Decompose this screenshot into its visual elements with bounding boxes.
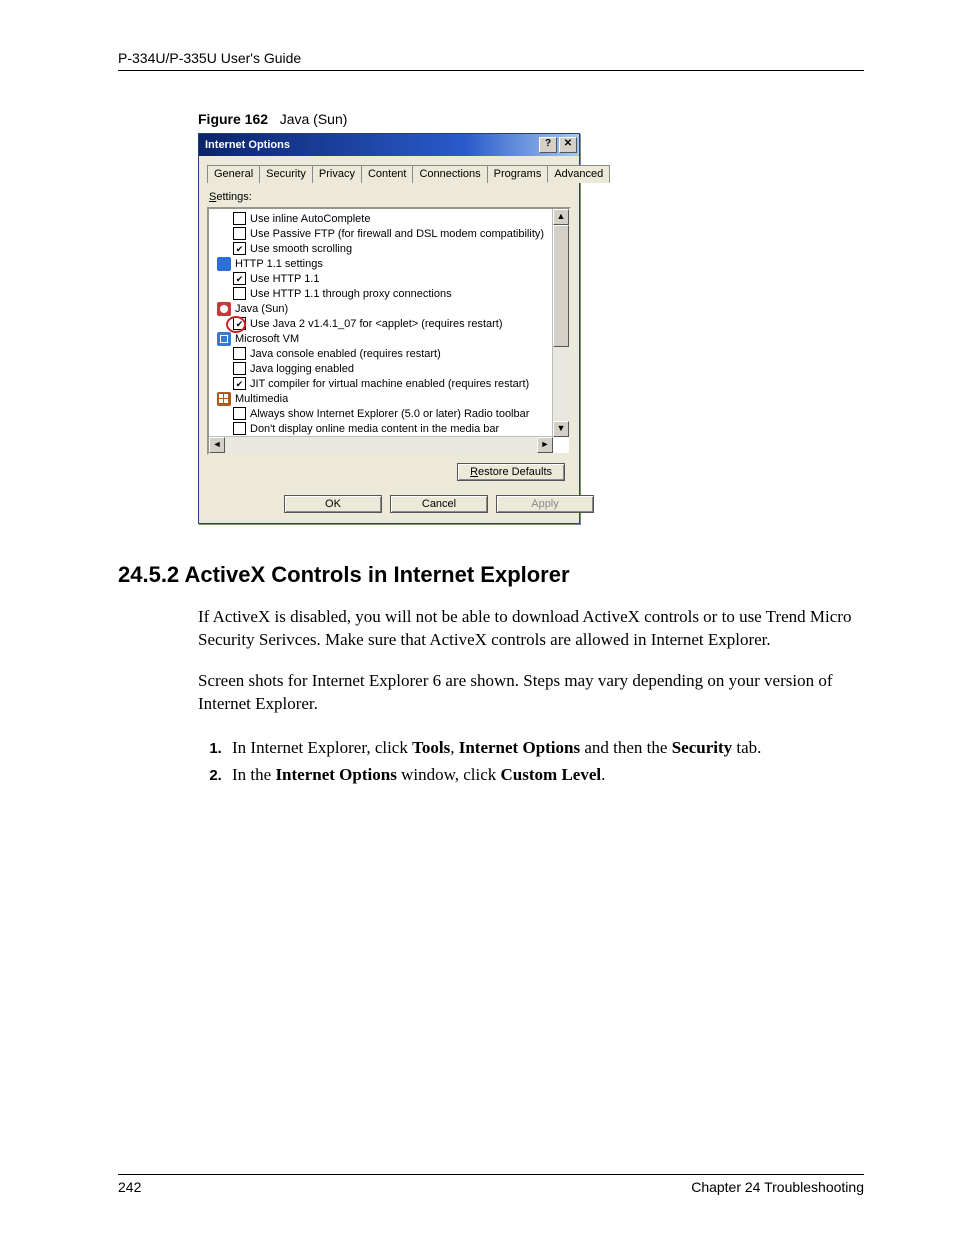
tree-checkbox-item[interactable]: Java console enabled (requires restart) <box>211 346 551 361</box>
figure-title: Java (Sun) <box>280 111 348 127</box>
page-footer: 242 Chapter 24 Troubleshooting <box>118 1174 864 1195</box>
tree-item-label: Java (Sun) <box>235 303 288 315</box>
checkbox-icon[interactable] <box>233 407 246 420</box>
tree-item-label: HTTP 1.1 settings <box>235 258 323 270</box>
ok-button[interactable]: OK <box>284 495 382 513</box>
tree-checkbox-item[interactable]: Use Java 2 v1.4.1_07 for <applet> (requi… <box>211 316 551 331</box>
tab-content[interactable]: Content <box>361 165 414 183</box>
checkbox-icon[interactable] <box>233 347 246 360</box>
checkbox-icon[interactable] <box>233 287 246 300</box>
step-2: In the Internet Options window, click Cu… <box>226 761 864 788</box>
java-icon <box>217 302 231 316</box>
tree-checkbox-item[interactable]: Use smooth scrolling <box>211 241 551 256</box>
tree-checkbox-item[interactable]: Use Passive FTP (for firewall and DSL mo… <box>211 226 551 241</box>
tree-checkbox-item[interactable]: JIT compiler for virtual machine enabled… <box>211 376 551 391</box>
figure-caption: Figure 162 Java (Sun) <box>198 111 864 127</box>
scroll-down-icon[interactable]: ▼ <box>553 421 569 437</box>
tree-item-label: Java logging enabled <box>250 363 354 375</box>
checkbox-icon[interactable] <box>233 227 246 240</box>
tree-item-label: Use smooth scrolling <box>250 243 352 255</box>
tree-category: Java (Sun) <box>211 301 551 316</box>
settings-label: SSettings:ettings: <box>209 191 571 203</box>
paragraph-2: Screen shots for Internet Explorer 6 are… <box>198 670 864 716</box>
tab-connections[interactable]: Connections <box>412 165 487 183</box>
tree-item-label: Always show Internet Explorer (5.0 or la… <box>250 408 529 420</box>
tree-item-label: Multimedia <box>235 393 288 405</box>
tab-strip: General Security Privacy Content Connect… <box>207 164 571 183</box>
tree-category: Multimedia <box>211 391 551 406</box>
tree-checkbox-item[interactable]: Use HTTP 1.1 through proxy connections <box>211 286 551 301</box>
checkbox-icon[interactable] <box>233 272 246 285</box>
help-button[interactable]: ? <box>539 137 557 153</box>
tab-programs[interactable]: Programs <box>487 165 549 183</box>
figure-label: Figure 162 <box>198 111 268 127</box>
scroll-up-icon[interactable]: ▲ <box>553 209 569 225</box>
close-button[interactable]: ✕ <box>559 137 577 153</box>
apply-button[interactable]: Apply <box>496 495 594 513</box>
checkbox-icon[interactable] <box>233 242 246 255</box>
paragraph-1: If ActiveX is disabled, you will not be … <box>198 606 864 652</box>
tree-item-label: Use Passive FTP (for firewall and DSL mo… <box>250 228 544 240</box>
e-icon <box>217 257 231 271</box>
internet-options-dialog: Internet Options ? ✕ General Security Pr… <box>198 133 580 524</box>
restore-defaults-button[interactable]: RRestore Defaultsestore Defaults <box>457 463 565 481</box>
tree-checkbox-item[interactable]: Use inline AutoComplete <box>211 211 551 226</box>
tree-item-label: Use HTTP 1.1 <box>250 273 320 285</box>
tree-category: Microsoft VM <box>211 331 551 346</box>
tree-checkbox-item[interactable]: Java logging enabled <box>211 361 551 376</box>
scroll-right-icon[interactable]: ► <box>537 437 553 453</box>
checkbox-icon[interactable] <box>233 362 246 375</box>
mm-icon <box>217 392 231 406</box>
dialog-titlebar: Internet Options ? ✕ <box>199 134 579 156</box>
chapter-label: Chapter 24 Troubleshooting <box>691 1179 864 1195</box>
scroll-thumb[interactable] <box>553 225 569 347</box>
settings-tree: Use inline AutoComplete Use Passive FTP (… <box>207 207 571 455</box>
page-number: 242 <box>118 1179 141 1195</box>
horizontal-scrollbar[interactable]: ◄ ► <box>209 436 553 453</box>
tree-checkbox-item[interactable]: Don't display online media content in th… <box>211 421 551 436</box>
checkbox-icon[interactable] <box>233 212 246 225</box>
cancel-button[interactable]: Cancel <box>390 495 488 513</box>
tab-general[interactable]: General <box>207 165 260 183</box>
step-1: In Internet Explorer, click Tools, Inter… <box>226 734 864 761</box>
tree-item-label: Don't display online media content in th… <box>250 423 499 435</box>
tab-advanced[interactable]: Advanced <box>547 165 610 183</box>
tree-item-label: Use inline AutoComplete <box>250 213 370 225</box>
ms-icon <box>217 332 231 346</box>
page-header: P-334U/P-335U User's Guide <box>118 50 864 71</box>
tab-security[interactable]: Security <box>259 165 313 183</box>
checkbox-icon[interactable] <box>233 377 246 390</box>
tree-item-label: Java console enabled (requires restart) <box>250 348 441 360</box>
dialog-title: Internet Options <box>205 139 290 151</box>
vertical-scrollbar[interactable]: ▲ ▼ <box>552 209 569 437</box>
checkbox-icon[interactable] <box>233 422 246 435</box>
tree-item-label: Use HTTP 1.1 through proxy connections <box>250 288 452 300</box>
tab-privacy[interactable]: Privacy <box>312 165 362 183</box>
tree-item-label: JIT compiler for virtual machine enabled… <box>250 378 529 390</box>
tree-checkbox-item[interactable]: Always show Internet Explorer (5.0 or la… <box>211 406 551 421</box>
tree-item-label: Microsoft VM <box>235 333 299 345</box>
tree-checkbox-item[interactable]: Use HTTP 1.1 <box>211 271 551 286</box>
tree-category: HTTP 1.1 settings <box>211 256 551 271</box>
checkbox-icon[interactable] <box>233 317 246 330</box>
scroll-left-icon[interactable]: ◄ <box>209 437 225 453</box>
section-heading: 24.5.2 ActiveX Controls in Internet Expl… <box>118 562 864 588</box>
tree-item-label: Use Java 2 v1.4.1_07 for <applet> (requi… <box>250 318 503 330</box>
